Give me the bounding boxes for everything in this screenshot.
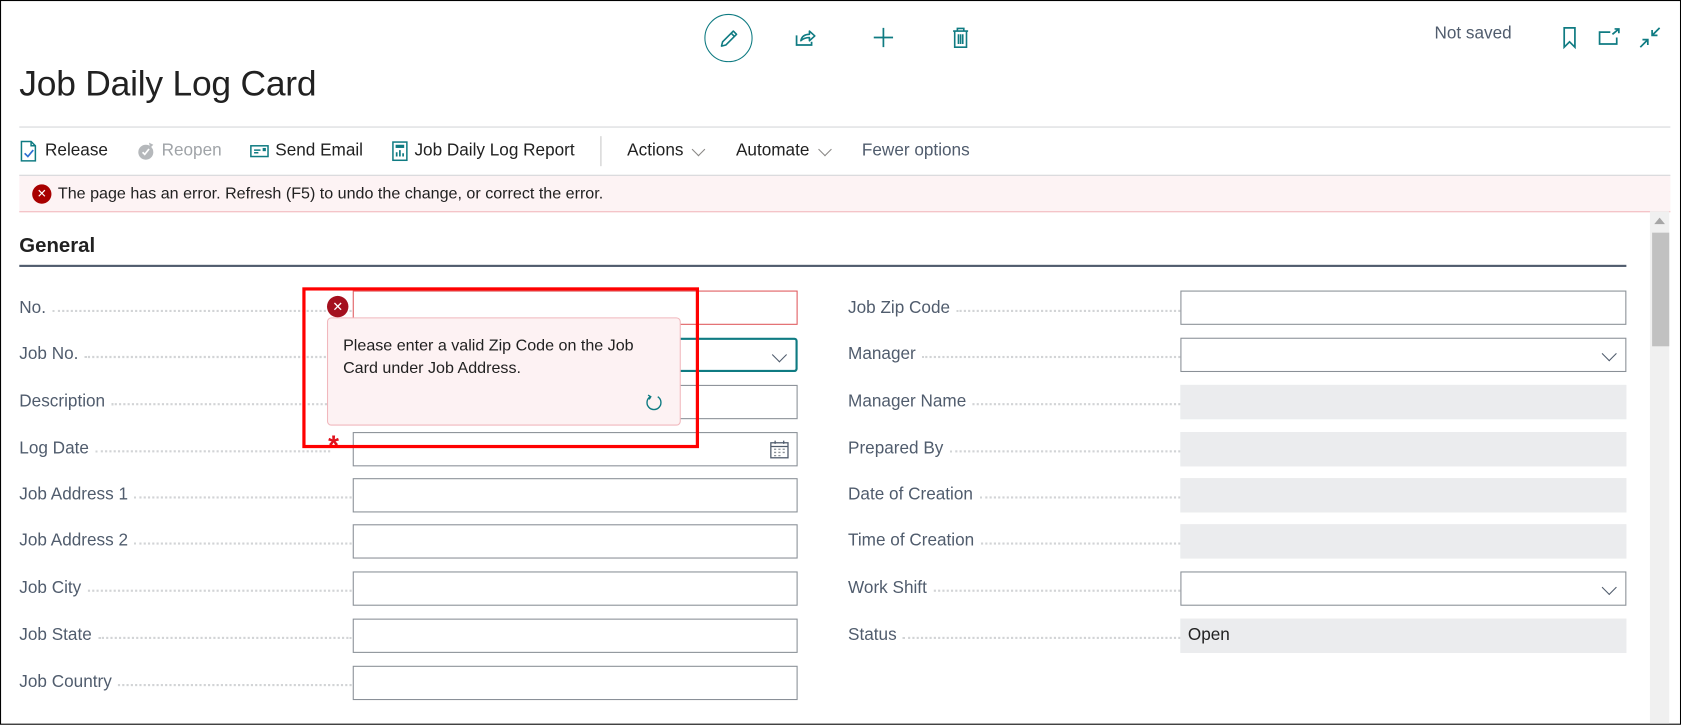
- field-label-job-address-2: Job Address 2: [19, 532, 352, 551]
- field-label-manager: Manager: [848, 345, 1181, 364]
- email-icon: [249, 145, 269, 158]
- page-title: Job Daily Log Card: [19, 63, 317, 103]
- delete-button[interactable]: [937, 14, 984, 61]
- edit-button[interactable]: [704, 13, 753, 63]
- field-label-date-of-creation: Date of Creation: [848, 486, 1181, 505]
- date-of-creation-field: [1180, 478, 1627, 513]
- report-icon: [391, 141, 408, 162]
- automate-menu[interactable]: Automate: [736, 142, 834, 161]
- share-button[interactable]: [782, 14, 829, 61]
- work-shift-dropdown[interactable]: [1180, 571, 1627, 606]
- edit-icon: [720, 29, 737, 47]
- field-label-job-country: Job Country: [19, 673, 352, 692]
- report-label: Job Daily Log Report: [414, 141, 575, 160]
- field-label-status: Status: [848, 626, 1181, 645]
- release-document-icon: [20, 140, 37, 162]
- error-icon: ✕: [32, 183, 52, 204]
- send-email-label: Send Email: [275, 141, 363, 160]
- reopen-action[interactable]: Reopen: [136, 142, 222, 161]
- share-icon: [795, 30, 816, 46]
- action-separator: [600, 136, 602, 167]
- job-country-input[interactable]: [352, 665, 798, 701]
- job-daily-log-card-page: Not saved Job Daily Log Card Release Reo…: [0, 0, 1681, 725]
- job-address-2-input[interactable]: [352, 524, 798, 559]
- time-of-creation-field: [1180, 524, 1627, 559]
- actions-menu[interactable]: Actions: [627, 142, 708, 161]
- section-divider: [19, 264, 1627, 267]
- vertical-scrollbar[interactable]: [1649, 211, 1670, 724]
- prepared-by-field: [1180, 432, 1627, 467]
- chevron-down-icon: [1601, 579, 1617, 596]
- chevron-down-icon: [771, 347, 787, 363]
- field-label-time-of-creation: Time of Creation: [848, 532, 1181, 551]
- manager-name-field: [1180, 384, 1627, 420]
- field-label-job-address-1: Job Address 1: [19, 486, 352, 505]
- new-button[interactable]: [860, 14, 907, 61]
- job-state-input[interactable]: [352, 618, 798, 653]
- new-icon: [873, 27, 894, 48]
- required-marker: *: [328, 428, 339, 462]
- field-label-job-no: Job No.: [19, 345, 352, 364]
- manager-dropdown[interactable]: [1180, 337, 1627, 373]
- field-label-prepared-by: Prepared By: [848, 440, 1181, 459]
- collapse-button[interactable]: [1626, 14, 1673, 61]
- field-label-job-zip-code: Job Zip Code: [848, 299, 1181, 318]
- field-label-no: No.: [19, 299, 352, 318]
- actions-menu-label: Actions: [627, 141, 684, 160]
- error-banner-message: The page has an error. Refresh (F5) to u…: [57, 184, 604, 203]
- fewer-options-button[interactable]: Fewer options: [862, 142, 970, 161]
- field-label-job-state: Job State: [19, 626, 352, 645]
- refresh-icon[interactable]: [645, 393, 662, 411]
- reopen-icon: [137, 142, 153, 160]
- calendar-icon[interactable]: [770, 440, 789, 459]
- bookmark-icon: [1563, 27, 1576, 50]
- validation-error-tooltip: Please enter a valid Zip Code on the Job…: [326, 317, 681, 426]
- job-city-input[interactable]: [352, 571, 798, 606]
- open-new-window-icon: [1598, 28, 1620, 45]
- field-label-job-city: Job City: [19, 579, 352, 598]
- fewer-options-label: Fewer options: [861, 141, 970, 160]
- scrollbar-thumb[interactable]: [1652, 232, 1670, 347]
- release-label: Release: [45, 141, 108, 160]
- job-zip-code-input[interactable]: [1180, 290, 1627, 325]
- field-error-icon[interactable]: ✕: [326, 295, 349, 318]
- delete-icon: [953, 27, 969, 48]
- chevron-down-icon: [692, 142, 706, 156]
- scroll-up-arrow-icon[interactable]: [1654, 217, 1665, 225]
- chevron-down-icon: [818, 142, 832, 156]
- field-label-manager-name: Manager Name: [848, 392, 1181, 411]
- section-title-general: General: [19, 234, 96, 258]
- field-label-description: Description: [19, 392, 352, 411]
- action-bar: Release Reopen Send Email Job Daily Log …: [19, 128, 1670, 175]
- status-field: Open: [1180, 618, 1627, 653]
- log-date-input[interactable]: [352, 432, 798, 467]
- save-status: Not saved: [1434, 24, 1512, 43]
- automate-menu-label: Automate: [735, 141, 810, 160]
- job-address-1-input[interactable]: [352, 478, 798, 513]
- reopen-label: Reopen: [161, 141, 222, 160]
- chevron-down-icon: [1601, 346, 1617, 362]
- field-label-log-date: Log Date: [19, 440, 331, 459]
- validation-error-message: Please enter a valid Zip Code on the Job…: [343, 336, 634, 378]
- collapse-icon: [1639, 27, 1661, 48]
- error-banner: ✕ The page has an error. Refresh (F5) to…: [19, 174, 1671, 213]
- send-email-action[interactable]: Send Email: [249, 141, 363, 161]
- release-action[interactable]: Release: [19, 140, 108, 162]
- job-daily-log-report-action[interactable]: Job Daily Log Report: [391, 140, 575, 162]
- field-label-work-shift: Work Shift: [848, 579, 1181, 598]
